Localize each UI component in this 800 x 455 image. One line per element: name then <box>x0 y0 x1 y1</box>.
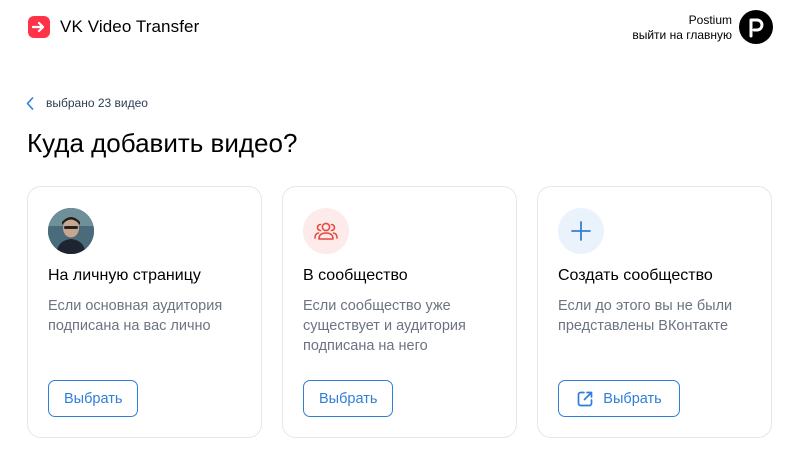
external-link-icon <box>576 390 594 408</box>
select-personal-page-button[interactable]: Выбрать <box>48 380 139 417</box>
card-title: В сообщество <box>303 267 408 284</box>
app-logo-icon <box>28 16 50 38</box>
community-icon <box>303 208 349 254</box>
card-create-community: Создать сообщество Если до этого вы не б… <box>537 186 772 438</box>
button-label: Выбрать <box>603 390 662 407</box>
card-description: Если сообщество уже существует и аудитор… <box>303 298 466 354</box>
card-personal-page: На личную страницу Если основная аудитор… <box>27 186 262 438</box>
page-title: Куда добавить видео? <box>27 128 298 158</box>
app-title: VK Video Transfer <box>60 17 200 36</box>
select-community-button[interactable]: Выбрать <box>303 380 394 417</box>
back-button[interactable]: выбрано 23 видео <box>26 96 148 110</box>
card-description: Если основная аудитория подписана на вас… <box>48 298 223 334</box>
user-block: Postium выйти на главную <box>632 13 732 43</box>
card-title: Создать сообщество <box>558 267 713 284</box>
card-title: На личную страницу <box>48 267 201 284</box>
avatar[interactable] <box>739 10 773 44</box>
back-label: выбрано 23 видео <box>46 96 148 110</box>
user-name: Postium <box>688 13 732 27</box>
card-description: Если до этого вы не были представлены ВК… <box>558 298 733 334</box>
user-photo-icon <box>48 208 94 254</box>
create-community-button[interactable]: Выбрать <box>558 380 680 417</box>
plus-icon <box>558 208 604 254</box>
app-header: VK Video Transfer Postium выйти на главн… <box>0 0 800 60</box>
chevron-left-icon <box>26 96 34 110</box>
card-community: В сообщество Если сообщество уже существ… <box>282 186 517 438</box>
exit-link[interactable]: выйти на главную <box>632 28 732 43</box>
